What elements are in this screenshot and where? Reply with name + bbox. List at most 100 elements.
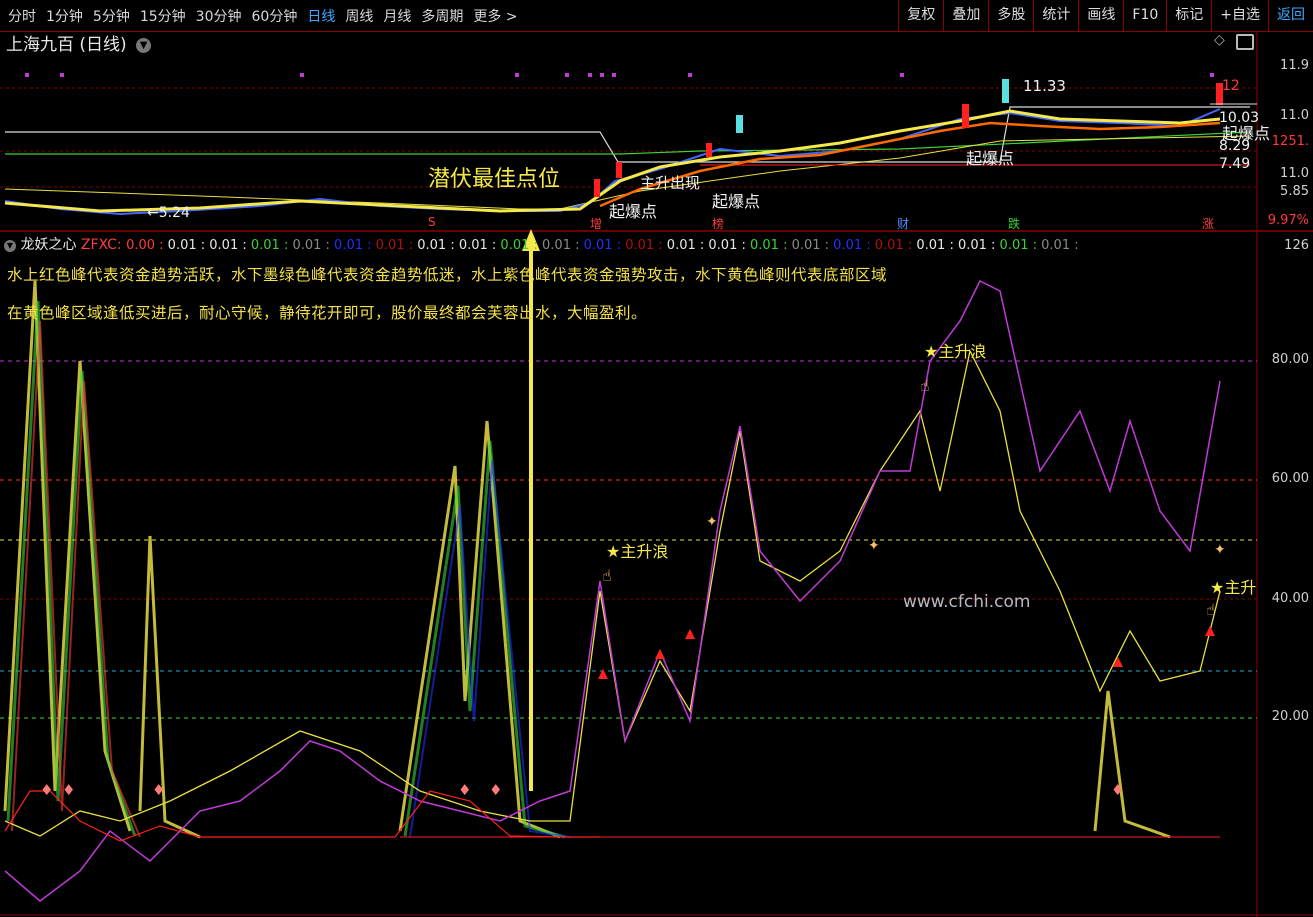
diamond-gem-icon: ♦	[458, 781, 472, 799]
event-tag[interactable]: S	[428, 215, 436, 229]
ind-ytick: 60.00	[1271, 471, 1309, 486]
indicator-value: 0.01 :	[537, 238, 580, 253]
period-tabs: 分时 1分钟 5分钟 15分钟 30分钟 60分钟 日线 周线 月线 多周期 更…	[8, 6, 528, 26]
indicator-value: 0.01 :	[1037, 238, 1079, 253]
indicator-value: 0.01 :	[454, 238, 497, 253]
tab-period[interactable]: 分时	[8, 6, 36, 26]
mark-button[interactable]: 标记	[1166, 0, 1211, 31]
diamond-gem-icon: ♦	[40, 781, 54, 799]
red-mark	[598, 669, 608, 679]
tab-period[interactable]: 60分钟	[252, 6, 298, 26]
star-icon: ★	[606, 542, 621, 561]
magenta-line	[4, 279, 1221, 902]
runner-icon: ✦	[1214, 542, 1226, 558]
action-buttons: 复权 叠加 多股 统计 画线 F10 标记 +自选 返回	[898, 0, 1313, 31]
f10-button[interactable]: F10	[1123, 0, 1166, 31]
indicator-name: 龙妖之心	[20, 237, 77, 253]
indicator-value: 0.01 :	[662, 238, 705, 253]
indicator-value: 0.00 :	[126, 238, 164, 253]
price-right-label: 8.29	[1219, 138, 1251, 154]
indicator-value: 0.01 :	[621, 238, 663, 253]
runner-icon: ✦	[868, 538, 880, 554]
diamond-gem-icon: ♦	[489, 781, 503, 799]
indicator-value: 0.01 :	[205, 238, 247, 253]
top-toolbar: 分时 1分钟 5分钟 15分钟 30分钟 60分钟 日线 周线 月线 多周期 更…	[0, 0, 1313, 32]
indicator-header: ▼ 龙妖之心 ZFXC: 0.00 : 0.01 : 0.01 : 0.01 :…	[4, 234, 1079, 254]
candle	[736, 115, 743, 133]
signal-dot	[300, 73, 304, 77]
draw-line-button[interactable]: 画线	[1078, 0, 1123, 31]
kline-panel	[4, 73, 1257, 216]
indicator-panel	[3, 279, 1221, 902]
stats-button[interactable]: 统计	[1033, 0, 1078, 31]
tab-period[interactable]: 周线	[345, 6, 373, 26]
main-wave-label: ★主升浪	[924, 342, 987, 361]
candle	[1002, 79, 1009, 103]
signal-dot	[25, 73, 29, 77]
ind-ytick: 20.00	[1271, 709, 1309, 724]
candle	[706, 143, 712, 157]
tab-period[interactable]: 月线	[383, 6, 411, 26]
indicator-value: 0.01 :	[371, 238, 414, 253]
rainbow-peak	[138, 535, 201, 839]
indicator-value: 0.01 :	[246, 238, 289, 253]
ind-ytick: 40.00	[1271, 591, 1309, 606]
candle	[616, 162, 622, 178]
price-right-label: 12	[1222, 78, 1240, 94]
event-tag[interactable]: 跌	[1008, 215, 1020, 232]
overlay-button[interactable]: 叠加	[943, 0, 988, 31]
candle	[962, 104, 969, 128]
star-icon: ★	[924, 342, 939, 361]
star-icon: ★	[1210, 578, 1225, 597]
indicator-desc-line2: 在黄色峰区域逢低买进后，耐心守候，静待花开即可，股价最终都会芙蓉出水，大幅盈利。	[7, 304, 648, 322]
signal-dot	[588, 73, 592, 77]
indicator-value: 0.01 :	[413, 238, 455, 253]
event-tag[interactable]: 增	[590, 215, 602, 232]
diamond-gem-icon: ♦	[62, 781, 76, 799]
more-menu[interactable]: 更多 >	[473, 6, 517, 26]
main-wave-label: ★主升浪	[606, 542, 669, 561]
event-tag[interactable]: 财	[897, 215, 909, 232]
event-tag[interactable]: 榜	[712, 215, 724, 232]
main-wave-label-cut: ★主升	[1210, 578, 1257, 597]
tab-period[interactable]: 30分钟	[196, 6, 242, 26]
kline-ytick: 11.9	[1280, 58, 1309, 73]
signal-dot	[612, 73, 616, 77]
tab-period[interactable]: 15分钟	[140, 6, 186, 26]
burst-label: 起爆点	[966, 149, 1015, 168]
signal-dot	[1210, 73, 1214, 77]
hand-pointer-icon: ☝	[602, 566, 612, 585]
indicator-value: 0.01 :	[329, 238, 372, 253]
indicator-value: 0.01 :	[704, 238, 746, 253]
tab-period[interactable]: 多周期	[421, 6, 463, 26]
indicator-value: 0.01 :	[579, 238, 622, 253]
rainbow-peak	[1093, 690, 1171, 839]
ind-ytick: 126	[1284, 238, 1309, 253]
low-price-label: ←5.24	[147, 205, 190, 221]
runner-icon: ✦	[706, 514, 718, 530]
signal-dot	[600, 73, 604, 77]
indicator-value: 0.01 :	[953, 238, 996, 253]
chevron-down-icon[interactable]: ▼	[4, 240, 16, 252]
kline-ytick: 11.0	[1280, 108, 1309, 123]
hand-pointer-icon: ☝	[920, 376, 930, 395]
indicator-value: 0.01 :	[787, 238, 830, 253]
add-watchlist-button[interactable]: +自选	[1211, 0, 1268, 31]
event-tag[interactable]: 涨	[1202, 215, 1214, 232]
price-right-label: 7.49	[1219, 156, 1251, 172]
adjust-button[interactable]: 复权	[898, 0, 943, 31]
tab-period[interactable]: 1分钟	[46, 6, 83, 26]
back-button[interactable]: 返回	[1268, 0, 1313, 31]
indicator-value: 0.01 :	[912, 238, 954, 253]
candle	[594, 179, 600, 197]
kline-ytick: 5.85	[1280, 184, 1309, 199]
signal-dot	[515, 73, 519, 77]
indicator-value: 0.01 :	[496, 238, 538, 253]
kline-ytick: 11.0	[1280, 166, 1309, 181]
multi-stock-button[interactable]: 多股	[988, 0, 1033, 31]
diamond-gem-icon: ♦	[152, 781, 166, 799]
hand-pointer-icon: ☝	[1206, 600, 1216, 619]
tab-period[interactable]: 5分钟	[93, 6, 130, 26]
tab-period-daily[interactable]: 日线	[307, 6, 335, 26]
indicator-value: 0.01 :	[829, 238, 871, 253]
